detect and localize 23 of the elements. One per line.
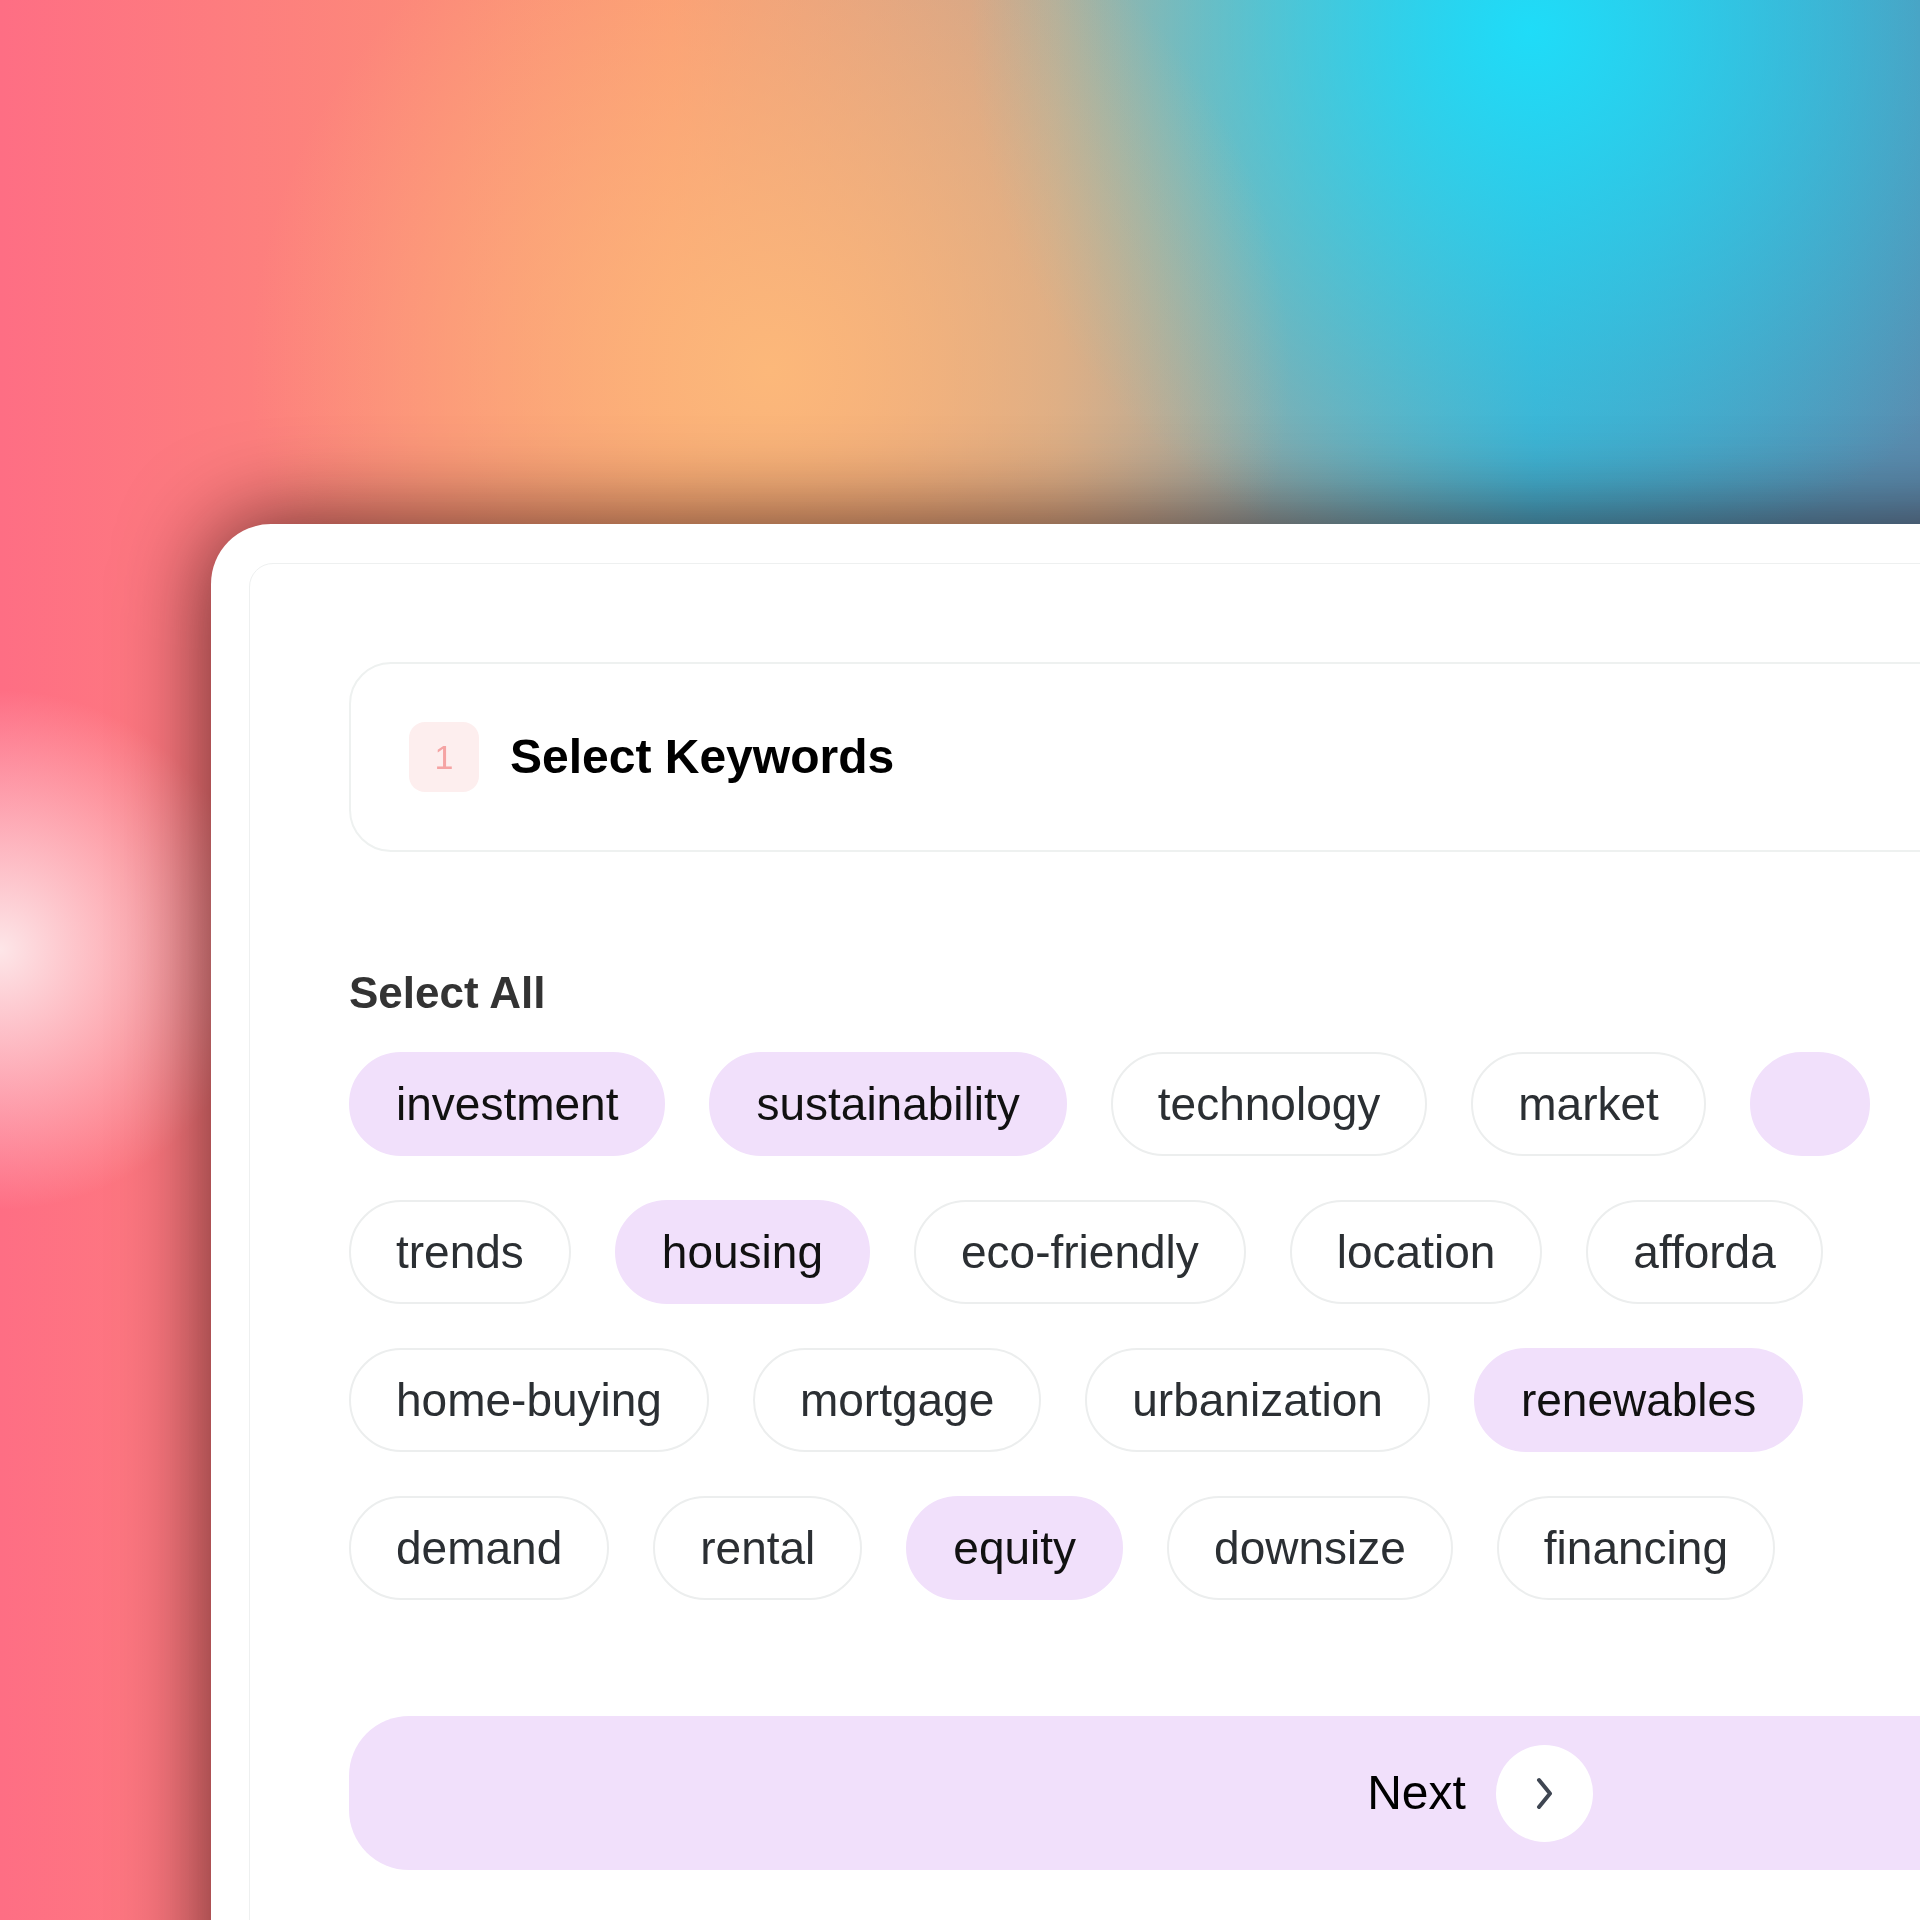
keyword-chip[interactable]: investment xyxy=(349,1052,666,1156)
keyword-chip[interactable]: market xyxy=(1471,1052,1706,1156)
next-button[interactable]: Next xyxy=(349,1716,1920,1870)
keyword-chip[interactable]: sustainability xyxy=(709,1052,1067,1156)
step-number-badge: 1 xyxy=(409,722,479,792)
step-title: Select Keywords xyxy=(510,729,895,785)
select-all-link[interactable]: Select All xyxy=(349,971,546,1015)
keyword-chip[interactable]: mortgage xyxy=(752,1348,1042,1452)
keyword-chip[interactable]: urbanization xyxy=(1085,1348,1430,1452)
keyword-chip[interactable]: rental xyxy=(653,1496,863,1600)
keyword-chip[interactable]: downsize xyxy=(1167,1496,1453,1600)
keyword-chip[interactable]: eco-friendly xyxy=(914,1200,1246,1304)
keyword-chip[interactable]: afforda xyxy=(1586,1200,1823,1304)
keyword-chip[interactable]: demand xyxy=(349,1496,610,1600)
keyword-chip[interactable]: equity xyxy=(906,1496,1124,1600)
keyword-chip[interactable]: trends xyxy=(349,1200,571,1304)
chevron-right-icon xyxy=(1495,1744,1593,1842)
keyword-chip[interactable]: location xyxy=(1289,1200,1543,1304)
keyword-chip[interactable]: financing xyxy=(1496,1496,1775,1600)
keyword-chip[interactable]: home-buying xyxy=(349,1348,709,1452)
keyword-chip[interactable]: renewables xyxy=(1473,1348,1804,1452)
keyword-chip[interactable]: housing xyxy=(614,1200,870,1304)
keyword-chip[interactable]: technology xyxy=(1110,1052,1428,1156)
